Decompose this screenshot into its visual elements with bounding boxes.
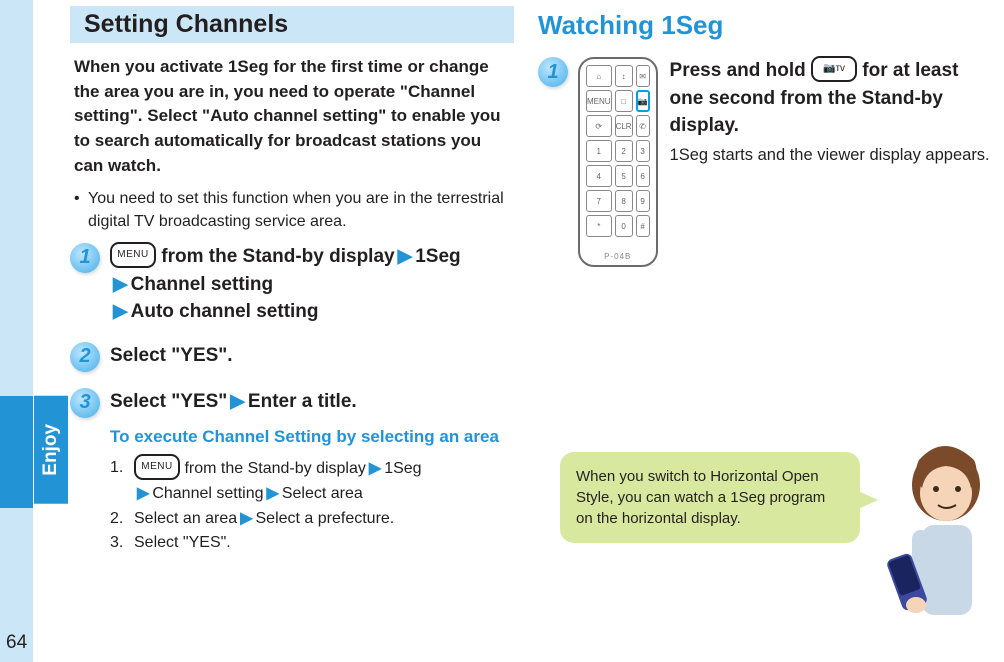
step-3: 3 Select "YES"▶Enter a title. To execute… (70, 388, 514, 557)
phone-key: 5 (615, 165, 633, 187)
phone-keypad: ⌂↕✉ MENU□📷 ⟳CLR✆ 123 456 789 *0# (586, 65, 650, 237)
sublist-item-3: 3. Select "YES". (110, 531, 514, 556)
step1-line2: Channel setting (131, 274, 274, 295)
step-body: Select "YES". (110, 342, 514, 372)
phone-key: 2 (615, 140, 633, 162)
section-title-setting-channels: Setting Channels (84, 10, 504, 39)
sublist-text: Select "YES". (134, 531, 231, 556)
step-number-bubble: 3 (70, 388, 100, 418)
sublist: 1. MENU from the Stand-by display▶1Seg ▶… (110, 456, 514, 556)
step-1-right: 1 ⌂↕✉MENU□📷⟳CLR✆123456789*0# P-04B Press… (538, 57, 994, 267)
phone-key-camera-tv: 📷 (636, 90, 650, 112)
phone-key: ⟳ (586, 115, 612, 137)
sublist-num: 3. (110, 531, 134, 556)
arrow-icon: ▶ (237, 510, 255, 527)
watch-text-a: Press and hold (670, 60, 811, 81)
step-number-bubble: 1 (538, 57, 568, 87)
arrow-icon: ▶ (110, 274, 131, 295)
watch-row: ⌂↕✉ MENU□📷 ⟳CLR✆ 123 456 789 *0# P-04B Press a… (578, 57, 994, 267)
menu-button-icon: MENU (110, 242, 156, 268)
left-column: Setting Channels When you activate 1Seg … (70, 6, 532, 572)
step-body: Select "YES"▶Enter a title. To execute C… (110, 388, 514, 557)
li2-b: Select a prefecture. (256, 510, 395, 527)
step3-text-a: Select "YES" (110, 391, 227, 412)
watch-note: 1Seg starts and the viewer display appea… (670, 144, 994, 168)
step3-text-b: Enter a title. (248, 391, 357, 412)
sublist-item-2: 2. Select an area▶Select a prefecture. (110, 507, 514, 532)
character-illustration (874, 435, 1004, 655)
arrow-icon: ▶ (227, 391, 248, 412)
phone-brand-label: P-04B (580, 252, 656, 261)
section-title-watching-1seg: Watching 1Seg (538, 10, 984, 41)
arrow-icon: ▶ (134, 485, 152, 502)
li1-d: Select area (282, 485, 363, 502)
section-title-band: Watching 1Seg (538, 6, 994, 45)
step1-text-a: from the Stand-by display (156, 246, 395, 267)
step1-text-b: 1Seg (415, 246, 460, 267)
li1-a: from the Stand-by display (180, 460, 366, 477)
section-title-band: Setting Channels (70, 6, 514, 43)
phone-key: ⌂ (586, 65, 612, 87)
step-num-wrap: 2 (70, 342, 110, 372)
tip-bubble-wrap: When you switch to Horizontal Open Style… (560, 452, 860, 543)
step-num-wrap: 3 (70, 388, 110, 557)
intro-text: When you activate 1Seg for the first tim… (74, 55, 508, 178)
page-number: 64 (6, 632, 27, 654)
phone-key: * (586, 215, 612, 237)
phone-key: 0 (615, 215, 633, 237)
phone-key: 6 (636, 165, 650, 187)
watch-instructions: Press and hold 📷ᴛᴠ for at least one seco… (670, 57, 994, 267)
step-1: 1 MENU from the Stand-by display▶1Seg ▶C… (70, 243, 514, 326)
step-2: 2 Select "YES". (70, 342, 514, 372)
li1-c: Channel setting (152, 485, 263, 502)
phone-illustration: ⌂↕✉ MENU□📷 ⟳CLR✆ 123 456 789 *0# P-04B (578, 57, 658, 267)
sublist-text: MENU from the Stand-by display▶1Seg ▶Cha… (134, 456, 422, 507)
menu-button-icon: MENU (134, 454, 180, 480)
phone-key: ✉ (636, 65, 650, 87)
phone-key: MENU (586, 90, 612, 112)
li1-b: 1Seg (384, 460, 421, 477)
phone-key: 8 (615, 190, 633, 212)
phone-key: ↕ (615, 65, 633, 87)
page: Enjoy 64 Setting Channels When you activ… (0, 0, 1004, 662)
sublist-text: Select an area▶Select a prefecture. (134, 507, 394, 532)
step1-line3: Auto channel setting (131, 301, 319, 322)
camera-tv-button-icon: 📷ᴛᴠ (811, 56, 857, 82)
li2-a: Select an area (134, 510, 237, 527)
sublist-item-1: 1. MENU from the Stand-by display▶1Seg ▶… (110, 456, 514, 507)
arrow-icon: ▶ (110, 301, 131, 322)
step-body: MENU from the Stand-by display▶1Seg ▶Cha… (110, 243, 514, 326)
phone-key: 9 (636, 190, 650, 212)
phone-key: 7 (586, 190, 612, 212)
subheading-execute-area: To execute Channel Setting by selecting … (110, 425, 514, 450)
arrow-icon: ▶ (395, 246, 416, 267)
step-num-wrap: 1 (538, 57, 578, 267)
tip-bubble: When you switch to Horizontal Open Style… (560, 452, 860, 543)
step-number-bubble: 1 (70, 243, 100, 273)
side-stripe (0, 0, 33, 662)
phone-key: CLR (615, 115, 633, 137)
phone-key: 3 (636, 140, 650, 162)
side-tab-enjoy: Enjoy (34, 396, 68, 504)
phone-key: 4 (586, 165, 612, 187)
bullet-note: You need to set this function when you a… (88, 188, 508, 233)
sublist-num: 1. (110, 456, 134, 507)
step-number-bubble: 2 (70, 342, 100, 372)
phone-key: # (636, 215, 650, 237)
phone-key: ✆ (636, 115, 650, 137)
phone-key: □ (615, 90, 633, 112)
side-stripe-accent (0, 396, 33, 508)
step-num-wrap: 1 (70, 243, 110, 326)
sublist-num: 2. (110, 507, 134, 532)
arrow-icon: ▶ (264, 485, 282, 502)
phone-key: 1 (586, 140, 612, 162)
arrow-icon: ▶ (366, 460, 384, 477)
